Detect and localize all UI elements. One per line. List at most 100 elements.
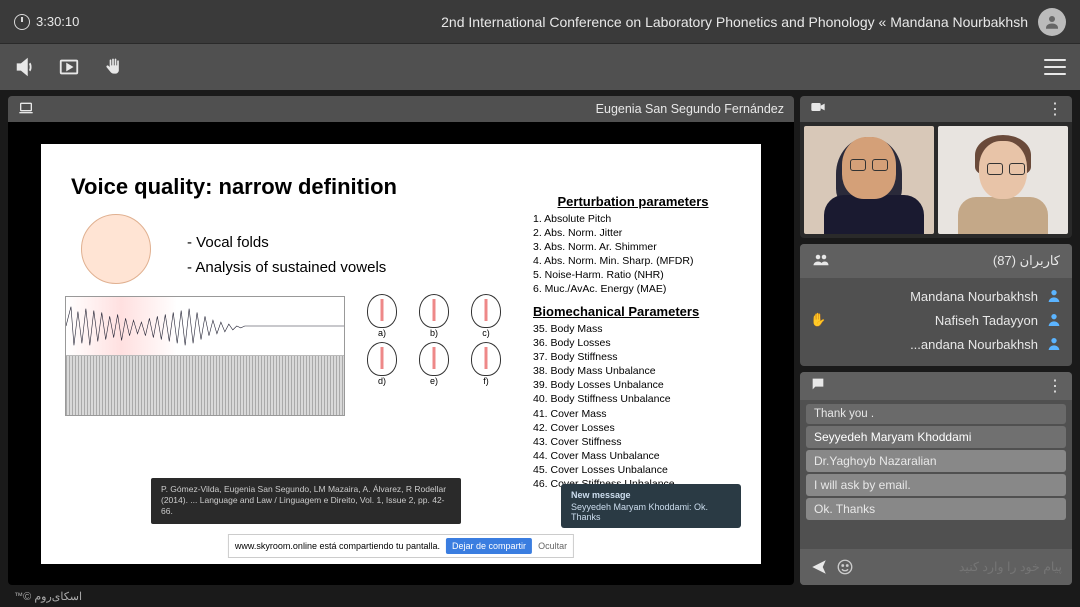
bio-item: 35. Body Mass	[533, 322, 733, 336]
vocal-label: e)	[430, 376, 438, 386]
bio-item: 41. Cover Mass	[533, 407, 733, 421]
pert-item: 4. Abs. Norm. Min. Sharp. (MFDR)	[533, 254, 733, 268]
vocal-diagrams: a) b) c) d) e) f)	[361, 294, 531, 414]
video-header: ⋮	[800, 96, 1072, 122]
toolbar	[0, 44, 1080, 90]
user-name: Nafiseh Tadayyon	[935, 313, 1038, 328]
vocal-label: b)	[430, 328, 438, 338]
notif-title: New message	[571, 490, 731, 500]
users-panel: کاربران (87) Mandana Nourbakhsh ✋ Nafise…	[800, 244, 1072, 366]
pert-item: 6. Muc./AvAc. Energy (MAE)	[533, 282, 733, 296]
slide-bullet: Vocal folds	[187, 230, 386, 256]
share-header: Eugenia San Segundo Fernández	[8, 96, 794, 122]
pert-item: 5. Noise-Harm. Ratio (NHR)	[533, 268, 733, 282]
video-tile[interactable]	[804, 126, 934, 234]
bio-title: Biomechanical Parameters	[533, 304, 733, 319]
user-item[interactable]: ✋ Nafiseh Tadayyon	[810, 308, 1062, 332]
vocal-label: d)	[378, 376, 386, 386]
chat-panel: ⋮ Thank you . Seyyedeh Maryam Khoddami D…	[800, 372, 1072, 585]
share-body: Voice quality: narrow definition Vocal f…	[8, 122, 794, 585]
vocal-label: c)	[482, 328, 490, 338]
perturbation-list: Perturbation parameters 1. Absolute Pitc…	[533, 194, 733, 297]
bio-item: 37. Body Stiffness	[533, 350, 733, 364]
share-control-bar: www.skyroom.online está compartiendo tu …	[228, 534, 574, 558]
users-icon	[812, 253, 830, 270]
users-title: کاربران (87)	[993, 253, 1060, 269]
laptop-icon	[18, 101, 34, 118]
chat-header: ⋮	[800, 372, 1072, 400]
notification-popup[interactable]: New message Seyyedeh Maryam Khoddami: Ok…	[561, 484, 741, 528]
person-icon	[1046, 312, 1062, 328]
chat-message: I will ask by email.	[806, 474, 1066, 496]
user-name: ...andana Nourbakhsh	[910, 337, 1038, 352]
bio-item: 43. Cover Stiffness	[533, 435, 733, 449]
bio-item: 36. Body Losses	[533, 336, 733, 350]
video-tile[interactable]	[938, 126, 1068, 234]
slide-face-illustration	[81, 214, 151, 284]
presenter-name: Eugenia San Segundo Fernández	[596, 102, 784, 116]
chat-sender-name: Seyyedeh Maryam Khoddami	[806, 426, 1066, 448]
chat-message: Ok. Thanks	[806, 498, 1066, 520]
clock-icon	[14, 14, 30, 30]
top-bar: 3:30:10 2nd International Conference on …	[0, 0, 1080, 44]
footer-brand: اسکای‌روم ©	[23, 590, 82, 603]
video-menu-icon[interactable]: ⋮	[1047, 99, 1062, 119]
hide-bar-button[interactable]: Ocultar	[538, 541, 567, 551]
toolbar-left	[14, 56, 124, 78]
hand-raised-icon: ✋	[810, 312, 826, 328]
session-title: 2nd International Conference on Laborato…	[441, 14, 1028, 30]
bio-item: 38. Body Mass Unbalance	[533, 364, 733, 378]
chat-message: Dr.Yaghoyb Nazaralian	[806, 450, 1066, 472]
chat-message: Thank you .	[806, 404, 1066, 424]
video-play-icon[interactable]	[58, 56, 80, 78]
emoji-icon[interactable]	[836, 558, 854, 576]
chat-menu-icon[interactable]: ⋮	[1047, 376, 1062, 396]
bio-item: 40. Body Stiffness Unbalance	[533, 392, 733, 406]
camera-icon	[810, 100, 826, 118]
send-icon[interactable]	[810, 558, 828, 576]
bio-item: 42. Cover Losses	[533, 421, 733, 435]
session-timer: 3:30:10	[36, 14, 79, 29]
chat-input-bar	[800, 549, 1072, 585]
vocal-label: f)	[483, 376, 489, 386]
chat-icon	[810, 376, 826, 397]
slide-title: Voice quality: narrow definition	[71, 174, 397, 200]
stop-sharing-button[interactable]: Dejar de compartir	[446, 538, 532, 554]
notif-body: Seyyedeh Maryam Khoddami: Ok. Thanks	[571, 502, 731, 522]
video-grid	[800, 122, 1072, 238]
user-name: Mandana Nourbakhsh	[910, 289, 1038, 304]
users-header[interactable]: کاربران (87)	[800, 244, 1072, 278]
user-item[interactable]: ...andana Nourbakhsh	[810, 332, 1062, 356]
user-item[interactable]: Mandana Nourbakhsh	[810, 284, 1062, 308]
slide-bullet: Analysis of sustained vowels	[187, 255, 386, 281]
share-status-text: www.skyroom.online está compartiendo tu …	[235, 541, 440, 551]
bio-item: 45. Cover Losses Unbalance	[533, 463, 733, 477]
profile-avatar[interactable]	[1038, 8, 1066, 36]
biomechanical-list: Biomechanical Parameters 35. Body Mass 3…	[533, 304, 733, 492]
pert-item: 1. Absolute Pitch	[533, 212, 733, 226]
audio-icon[interactable]	[14, 56, 36, 78]
menu-icon[interactable]	[1044, 59, 1066, 75]
vocal-label: a)	[378, 328, 386, 338]
timer-section: 3:30:10	[14, 14, 79, 30]
bio-item: 44. Cover Mass Unbalance	[533, 449, 733, 463]
users-list: Mandana Nourbakhsh ✋ Nafiseh Tadayyon ..…	[800, 278, 1072, 366]
person-icon	[1046, 336, 1062, 352]
pert-item: 3. Abs. Norm. Ar. Shimmer	[533, 240, 733, 254]
title-section: 2nd International Conference on Laborato…	[441, 8, 1066, 36]
perturbation-title: Perturbation parameters	[533, 194, 733, 209]
screen-share-panel: Eugenia San Segundo Fernández Voice qual…	[8, 96, 794, 585]
main-area: Eugenia San Segundo Fernández Voice qual…	[0, 90, 1080, 585]
right-column: ⋮ کاربران (87) Mandana Nourbakhsh	[800, 96, 1072, 585]
slide-bullets: Vocal folds Analysis of sustained vowels	[187, 230, 386, 281]
chat-messages[interactable]: Thank you . Seyyedeh Maryam Khoddami Dr.…	[800, 400, 1072, 549]
chat-input[interactable]	[862, 560, 1062, 574]
footer: اسکای‌روم ©™	[0, 585, 96, 607]
pert-item: 2. Abs. Norm. Jitter	[533, 226, 733, 240]
presentation-slide: Voice quality: narrow definition Vocal f…	[41, 144, 761, 564]
video-panel: ⋮	[800, 96, 1072, 238]
raise-hand-icon[interactable]	[102, 56, 124, 78]
waveform-figure	[65, 296, 345, 416]
person-icon	[1046, 288, 1062, 304]
bio-item: 39. Body Losses Unbalance	[533, 378, 733, 392]
